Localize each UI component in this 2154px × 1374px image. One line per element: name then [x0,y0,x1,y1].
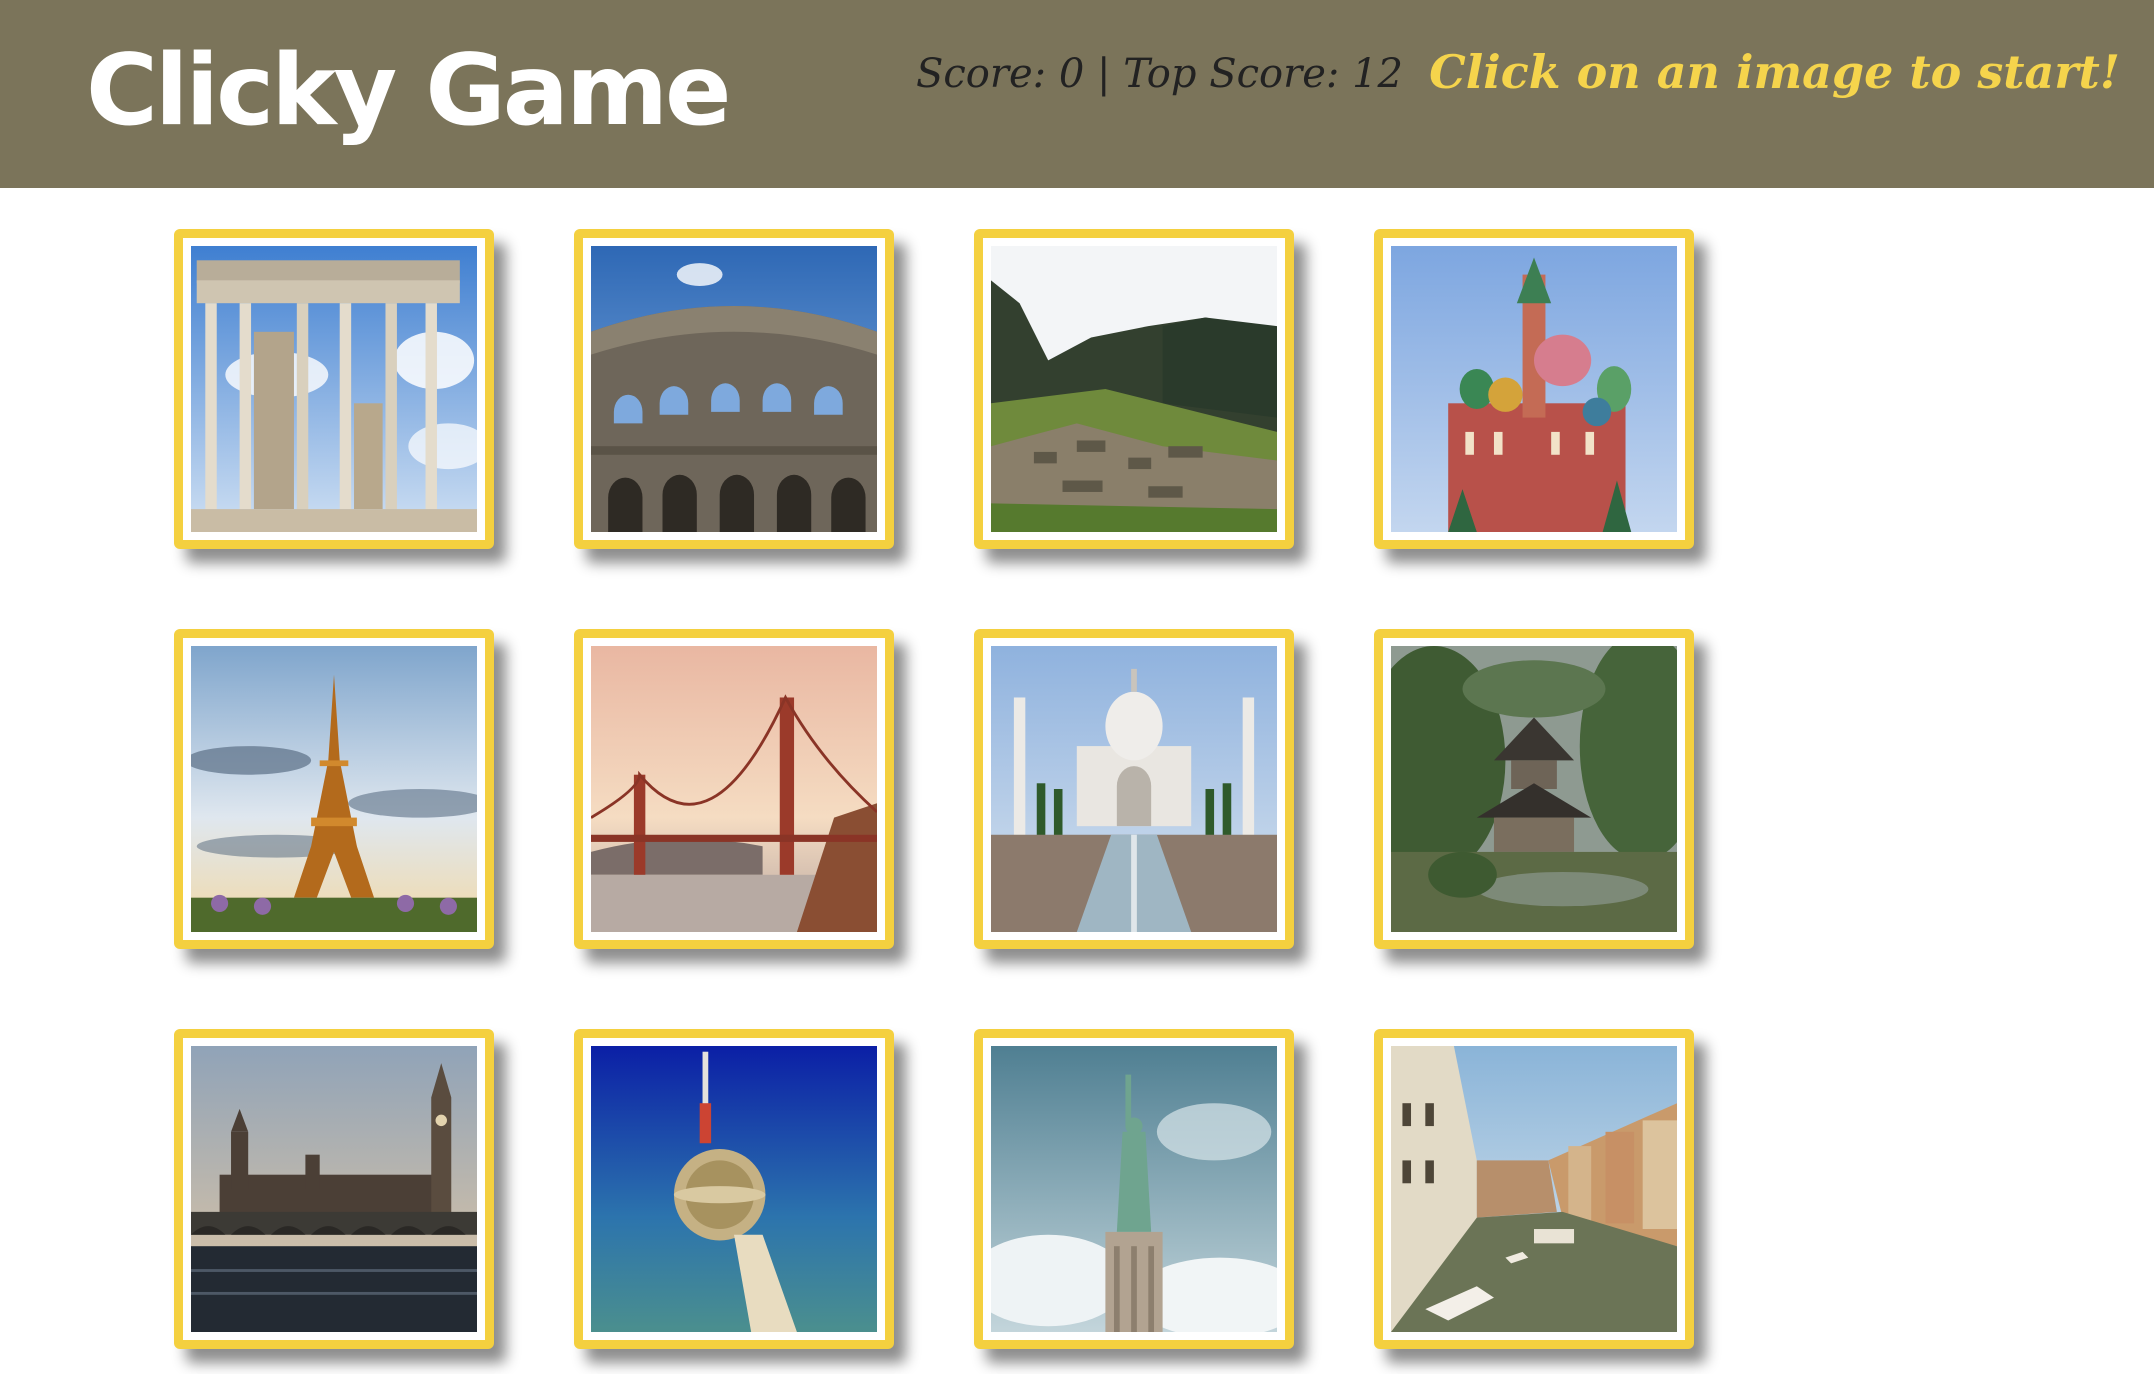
saint-basils-cathedral-card[interactable] [1374,229,1694,549]
big-ben-card[interactable] [174,1029,494,1349]
statue-of-liberty-image [991,1046,1277,1332]
card-image-frame [583,1038,885,1340]
image-grid [174,229,1704,1349]
machu-picchu-image [991,246,1277,532]
card-image-frame [1383,1038,1685,1340]
card-image-frame [183,638,485,940]
big-ben-image [191,1046,477,1332]
golden-gate-bridge-card[interactable] [574,629,894,949]
card-image-frame [983,1038,1285,1340]
machu-picchu-card[interactable] [974,229,1294,549]
card-image-frame [583,238,885,540]
status-message: Click on an image to start! [1429,45,2120,99]
colosseum-card[interactable] [574,229,894,549]
page-title[interactable]: Clicky Game [86,36,732,146]
colosseum-image [591,246,877,532]
card-image-frame [183,238,485,540]
venice-canal-card[interactable] [1374,1029,1694,1349]
card-image-frame [183,1038,485,1340]
statue-of-liberty-card[interactable] [974,1029,1294,1349]
golden-gate-bridge-image [591,646,877,932]
card-image-frame [1383,638,1685,940]
navbar: Clicky Game Score: 0 | Top Score: 12 Cli… [0,0,2154,188]
japanese-pagoda-card[interactable] [1374,629,1694,949]
berlin-tv-tower-image [591,1046,877,1332]
berlin-tv-tower-card[interactable] [574,1029,894,1349]
card-image-frame [983,238,1285,540]
parthenon-card[interactable] [174,229,494,549]
score-display: Score: 0 | Top Score: 12 [916,51,1403,97]
card-image-frame [1383,238,1685,540]
venice-canal-image [1391,1046,1677,1332]
card-image-frame [583,638,885,940]
eiffel-tower-card[interactable] [174,629,494,949]
card-image-frame [983,638,1285,940]
taj-mahal-image [991,646,1277,932]
eiffel-tower-image [191,646,477,932]
parthenon-image [191,246,477,532]
saint-basils-cathedral-image [1391,246,1677,532]
taj-mahal-card[interactable] [974,629,1294,949]
japanese-pagoda-image [1391,646,1677,932]
